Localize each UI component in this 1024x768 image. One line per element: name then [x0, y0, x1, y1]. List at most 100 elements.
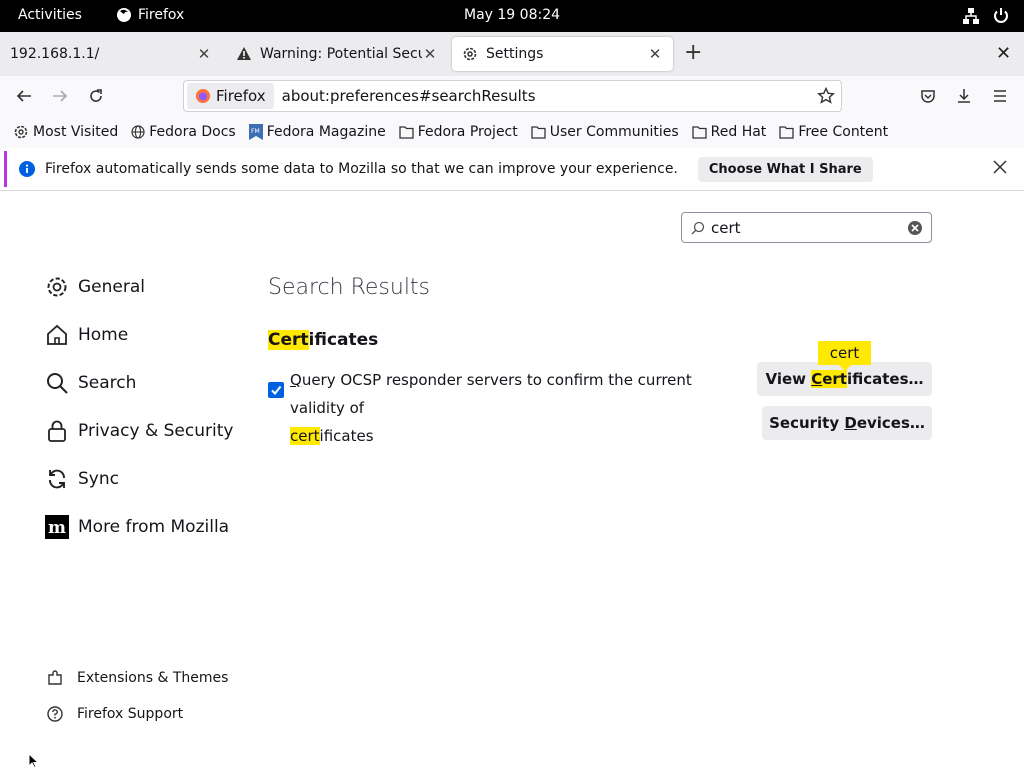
choose-what-i-share-button[interactable]: Choose What I Share	[697, 156, 873, 182]
security-devices-button[interactable]: Security Devices…	[762, 406, 932, 440]
search-icon	[691, 221, 705, 235]
new-tab-button[interactable]: +	[684, 42, 702, 64]
gear-icon	[462, 46, 478, 62]
button-text: Security	[769, 414, 845, 432]
category-label: Search	[78, 373, 137, 393]
svg-text:FM: FM	[251, 128, 260, 135]
hamburger-icon	[994, 90, 1006, 102]
gear-icon	[14, 125, 28, 139]
folder-icon	[779, 126, 794, 139]
bookmark-user-communities[interactable]: User Communities	[531, 124, 679, 140]
category-label: Sync	[78, 469, 119, 489]
tab-router[interactable]: 192.168.1.1/ ✕	[0, 37, 222, 71]
url-text[interactable]: about:preferences#searchResults	[282, 87, 817, 105]
activities-button[interactable]: Activities	[18, 7, 82, 23]
ocsp-label[interactable]: Query OCSP responder servers to confirm …	[290, 366, 748, 450]
folder-icon	[531, 126, 546, 139]
fm-icon: FM	[248, 124, 263, 140]
category-privacy-security[interactable]: Privacy & Security	[44, 418, 233, 444]
category-home[interactable]: Home	[44, 322, 128, 348]
help-icon	[46, 705, 66, 723]
bookmark-star-icon[interactable]	[817, 87, 835, 105]
window-close-button[interactable]: ✕	[996, 43, 1011, 64]
back-button[interactable]	[12, 84, 36, 108]
downloads-button[interactable]	[952, 84, 976, 108]
home-icon	[44, 322, 70, 348]
tab-strip: 192.168.1.1/ ✕ Warning: Potential Securi…	[0, 32, 1024, 76]
system-menu[interactable]	[962, 7, 1010, 25]
ocsp-setting: Query OCSP responder servers to confirm …	[268, 366, 748, 450]
power-icon	[994, 8, 1008, 23]
tab-title: Warning: Potential Securi	[260, 46, 422, 62]
bookmark-most-visited[interactable]: Most Visited	[13, 124, 118, 140]
ocsp-label-line2: ificates	[319, 427, 374, 445]
mouse-cursor-icon	[28, 753, 40, 768]
reload-icon	[90, 89, 102, 102]
identity-label: Firefox	[216, 87, 266, 105]
network-icon	[963, 8, 979, 24]
category-label: More from Mozilla	[78, 517, 230, 537]
close-icon[interactable]	[992, 159, 1008, 175]
folder-icon	[399, 126, 414, 139]
forward-button[interactable]	[48, 84, 72, 108]
tab-title: Settings	[486, 46, 544, 62]
category-label: Home	[78, 325, 129, 345]
url-bar[interactable]: Firefox about:preferences#searchResults	[183, 80, 842, 112]
bookmark-label: Fedora Magazine	[266, 124, 386, 140]
category-search[interactable]: Search	[44, 370, 136, 396]
highlight: Cert	[811, 370, 847, 388]
bookmark-free-content[interactable]: Free Content	[779, 124, 888, 140]
preferences-search-input[interactable]: cert	[681, 212, 932, 243]
ocsp-checkbox[interactable]	[268, 382, 284, 398]
app-menu-button[interactable]	[988, 84, 1012, 108]
clock[interactable]: May 19 08:24	[464, 7, 560, 23]
pocket-button[interactable]	[916, 84, 940, 108]
footer-link-label: Firefox Support	[77, 706, 184, 722]
category-label: General	[78, 277, 145, 297]
reload-button[interactable]	[84, 84, 108, 108]
firefox-icon	[196, 89, 210, 103]
app-menu[interactable]: Firefox	[116, 7, 184, 23]
sync-icon	[44, 466, 70, 492]
category-label: Privacy & Security	[78, 421, 234, 441]
bookmark-label: User Communities	[549, 124, 679, 140]
category-general[interactable]: General	[44, 274, 145, 300]
access-key: D	[844, 414, 857, 432]
access-key: Q	[290, 371, 302, 389]
ocsp-label-line1: uery OCSP responder servers to confirm t…	[290, 371, 692, 417]
pocket-icon	[921, 90, 935, 103]
bookmark-label: Red Hat	[710, 124, 767, 140]
gear-icon	[44, 274, 70, 300]
puzzle-icon	[46, 669, 66, 687]
lock-icon	[44, 418, 70, 444]
clear-search-icon[interactable]	[907, 220, 923, 236]
certificates-section-title: Certificates	[268, 330, 378, 350]
tab-settings[interactable]: Settings ✕	[452, 37, 673, 71]
notification-text: Firefox automatically sends some data to…	[45, 161, 678, 177]
bookmark-label: Fedora Project	[417, 124, 518, 140]
bookmark-label: Fedora Docs	[149, 124, 236, 140]
button-text: View	[765, 370, 812, 388]
tab-warning[interactable]: Warning: Potential Securi ✕	[226, 37, 448, 71]
close-icon[interactable]: ✕	[422, 45, 438, 63]
category-more-from-mozilla[interactable]: m More from Mozilla	[44, 514, 229, 540]
warning-icon	[236, 46, 252, 62]
bookmark-fedora-project[interactable]: Fedora Project	[399, 124, 518, 140]
firefox-icon	[117, 8, 131, 22]
content-divider	[0, 190, 1024, 191]
bookmark-fedora-magazine[interactable]: FM Fedora Magazine	[248, 124, 386, 140]
forward-arrow-icon	[53, 90, 68, 102]
firefox-support-link[interactable]: Firefox Support	[46, 705, 183, 723]
extensions-themes-link[interactable]: Extensions & Themes	[46, 669, 228, 687]
category-sync[interactable]: Sync	[44, 466, 119, 492]
bookmark-label: Most Visited	[33, 124, 119, 140]
highlight: Cert	[268, 330, 309, 350]
close-icon[interactable]: ✕	[196, 45, 212, 63]
close-icon[interactable]: ✕	[647, 45, 663, 63]
bookmark-fedora-docs[interactable]: Fedora Docs	[131, 124, 236, 140]
gnome-top-bar: Activities Firefox May 19 08:24	[0, 0, 1024, 32]
back-arrow-icon	[16, 90, 31, 102]
identity-box[interactable]: Firefox	[187, 83, 274, 109]
footer-link-label: Extensions & Themes	[77, 670, 229, 686]
bookmark-red-hat[interactable]: Red Hat	[692, 124, 767, 140]
